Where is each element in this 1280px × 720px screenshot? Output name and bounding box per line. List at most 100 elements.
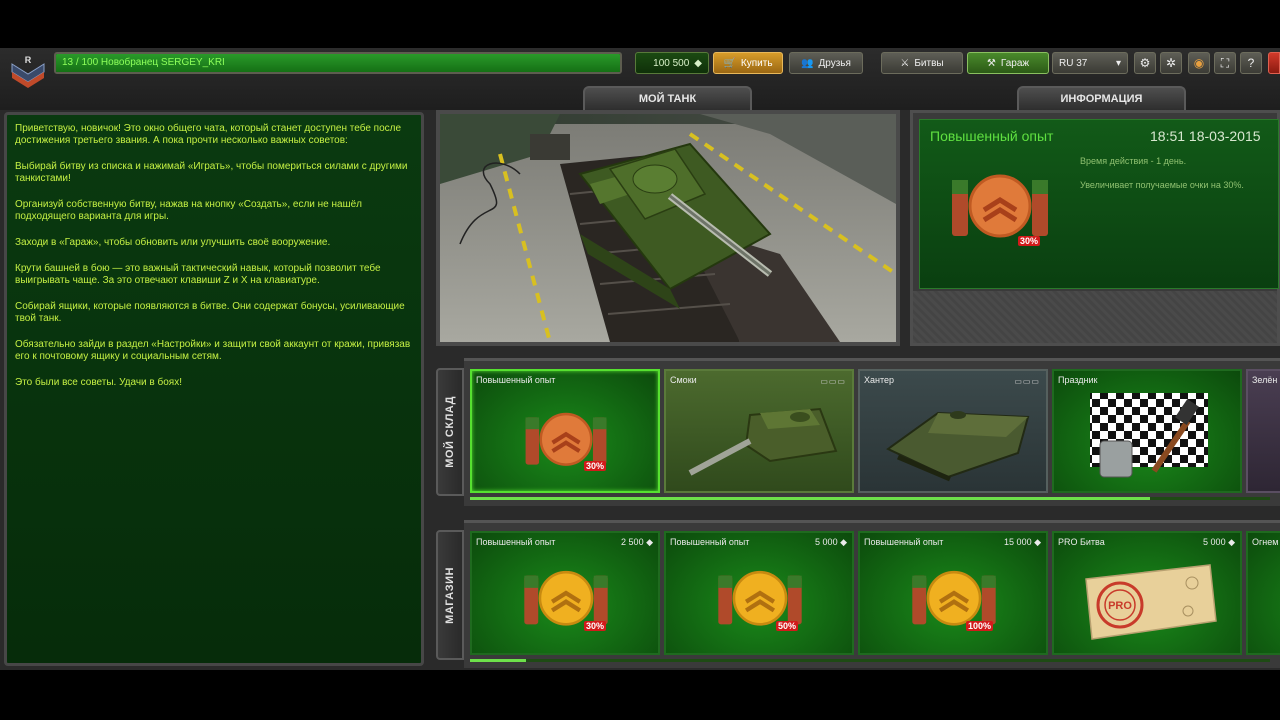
- chat-message: Крути башней в бою — это важный тактичес…: [15, 263, 381, 286]
- rank-chevron-icon: R: [11, 55, 45, 88]
- boost-percent-badge: 50%: [776, 621, 799, 631]
- chat-message: Заходи в «Гараж», чтобы обновить или улу…: [15, 237, 331, 248]
- crystals-value: 100 500: [653, 57, 690, 69]
- item-name: Повышенный опыт: [864, 537, 944, 547]
- warehouse-strip: Повышенный опыт 30% Смоки ▭▭▭ Хантер ▭▭▭: [464, 358, 1280, 506]
- item-name: Огнем: [1252, 537, 1279, 547]
- boost-percent-badge: 100%: [966, 621, 994, 631]
- experience-text: 13 / 100 Новобранец SERGEY_KRI: [62, 57, 225, 68]
- info-title: Повышенный опыт: [930, 128, 1054, 144]
- pro-ticket-icon: PRO: [1085, 564, 1217, 640]
- info-duration: Время действия - 1 день.: [1080, 156, 1187, 166]
- item-name: Повышенный опыт: [670, 537, 750, 547]
- info-panel: Повышенный опыт 18:51 18-03-2015 Время д…: [910, 110, 1280, 346]
- fullscreen-icon: ⛶: [1220, 55, 1230, 70]
- item-name: Зелён: [1252, 375, 1278, 385]
- chat-message: Собирай ящики, которые появляются в битв…: [15, 301, 405, 324]
- shop-item-flamethrower[interactable]: Огнем: [1246, 531, 1280, 655]
- svg-text:R: R: [25, 55, 32, 65]
- crystals-counter: 100 500 ◆: [635, 52, 709, 74]
- garage-scene-image: [440, 114, 896, 342]
- info-floor: [913, 291, 1277, 343]
- server-label: RU 37: [1059, 57, 1088, 69]
- item-name: Праздник: [1058, 375, 1098, 385]
- item-price: 5 000 ◆: [1203, 537, 1235, 547]
- warehouse-item-green[interactable]: Зелён: [1246, 369, 1280, 493]
- paint-checkered-icon: [1090, 393, 1208, 478]
- cart-icon: 🛒: [723, 57, 736, 69]
- buy-button[interactable]: 🛒 Купить: [713, 52, 783, 74]
- hull-hunter-icon: [886, 411, 1030, 482]
- item-name: Хантер: [864, 375, 895, 385]
- server-select[interactable]: RU 37 ▾: [1052, 52, 1128, 74]
- settings-button[interactable]: ⚙: [1134, 52, 1156, 74]
- shop-scrollbar[interactable]: [470, 659, 1270, 662]
- shop-item-pro-battle[interactable]: PRO Битва 5 000 ◆ PRO: [1052, 531, 1242, 655]
- info-timestamp: 18:51 18-03-2015: [1150, 128, 1261, 144]
- item-name: PRO Битва: [1058, 537, 1105, 547]
- upgrade-level-icon: ▭▭▭: [1014, 377, 1040, 386]
- help-button[interactable]: ?: [1240, 52, 1262, 74]
- item-price: 2 500 ◆: [621, 537, 653, 547]
- friends-icon: 👥: [801, 57, 814, 69]
- friends-label: Друзья: [818, 57, 851, 69]
- warehouse-item-experience[interactable]: Повышенный опыт 30%: [470, 369, 660, 493]
- chat-message: Выбирай битву из списка и нажимай «Играт…: [15, 161, 408, 184]
- my-tank-header: МОЙ ТАНК: [583, 86, 752, 110]
- chat-message: Обязательно зайди в раздел «Настройки» и…: [15, 339, 411, 362]
- chat-message: Организуй собственную битву, нажав на кн…: [15, 199, 363, 222]
- tab-shop-label: МАГАЗИН: [444, 566, 456, 624]
- close-button[interactable]: [1268, 52, 1280, 74]
- upgrade-level-icon: ▭▭▭: [820, 377, 846, 386]
- gear-button[interactable]: ✲: [1160, 52, 1182, 74]
- help-icon: ?: [1247, 56, 1255, 70]
- shop-item-experience-100[interactable]: Повышенный опыт 15 000 ◆ 100%: [858, 531, 1048, 655]
- item-name: Смоки: [670, 375, 697, 385]
- battles-label: Битвы: [914, 57, 944, 69]
- shop-item-experience-30[interactable]: Повышенный опыт 2 500 ◆ 30%: [470, 531, 660, 655]
- dropdown-icon: ▾: [1115, 57, 1121, 69]
- buy-label: Купить: [740, 57, 773, 69]
- item-price: 15 000 ◆: [1004, 537, 1041, 547]
- info-content: Повышенный опыт 18:51 18-03-2015 Время д…: [919, 119, 1279, 289]
- warehouse-item-hunter[interactable]: Хантер ▭▭▭: [858, 369, 1048, 493]
- experience-bar: 13 / 100 Новобранец SERGEY_KRI: [54, 52, 622, 74]
- shop-strip: Повышенный опыт 2 500 ◆ 30% Повышенный о…: [464, 520, 1280, 668]
- gear-icon: ✲: [1165, 56, 1177, 70]
- chat-panel: Приветствую, новичок! Это окно общего ча…: [4, 112, 424, 666]
- friends-button[interactable]: 👥 Друзья: [789, 52, 863, 74]
- warehouse-scrollbar[interactable]: [470, 497, 1270, 500]
- crystal-icon: ◆: [694, 57, 702, 69]
- battles-button[interactable]: ⚔ Битвы: [881, 52, 963, 74]
- tank-preview[interactable]: [436, 110, 900, 346]
- info-header: ИНФОРМАЦИЯ: [1017, 86, 1186, 110]
- boost-percent-badge: 30%: [584, 621, 607, 631]
- settings-icon: ⚙: [1139, 56, 1151, 70]
- tab-shop[interactable]: МАГАЗИН: [436, 530, 464, 660]
- tab-warehouse[interactable]: МОЙ СКЛАД: [436, 368, 464, 496]
- svg-text:PRO: PRO: [1108, 600, 1132, 612]
- item-price: 5 000 ◆: [815, 537, 847, 547]
- tab-warehouse-label: МОЙ СКЛАД: [444, 396, 456, 468]
- warehouse-item-smoky[interactable]: Смоки ▭▭▭: [664, 369, 854, 493]
- chat-message: Приветствую, новичок! Это окно общего ча…: [15, 123, 402, 146]
- fullscreen-button[interactable]: ⛶: [1214, 52, 1236, 74]
- warehouse-scroll-thumb[interactable]: [470, 497, 1150, 500]
- sound-icon: ◉: [1193, 56, 1205, 70]
- info-description: Увеличивает получаемые очки на 30%.: [1080, 180, 1244, 190]
- turret-smoky-icon: [688, 407, 838, 476]
- boost-percent-badge: 30%: [584, 461, 607, 471]
- warehouse-item-holiday[interactable]: Праздник: [1052, 369, 1242, 493]
- boost-percent-badge: 30%: [1018, 236, 1041, 246]
- garage-label: Гараж: [1000, 57, 1030, 69]
- item-name: Повышенный опыт: [476, 537, 556, 547]
- experience-medal-icon: [952, 174, 1048, 238]
- sound-button[interactable]: ◉: [1188, 52, 1210, 74]
- shop-item-experience-50[interactable]: Повышенный опыт 5 000 ◆ 50%: [664, 531, 854, 655]
- battles-icon: ⚔: [900, 57, 910, 69]
- garage-button[interactable]: ⚒ Гараж: [967, 52, 1049, 74]
- chat-message: Это были все советы. Удачи в боях!: [15, 377, 182, 388]
- shop-scroll-thumb[interactable]: [470, 659, 526, 662]
- item-name: Повышенный опыт: [476, 375, 556, 385]
- garage-icon: ⚒: [986, 57, 996, 69]
